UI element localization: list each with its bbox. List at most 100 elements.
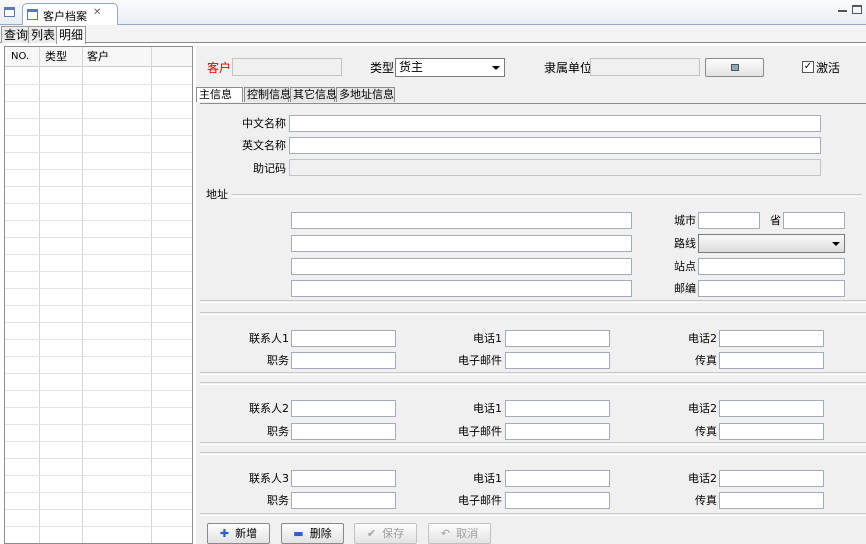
en-name-field[interactable] [289, 137, 821, 154]
tab-control-info[interactable]: 控制信息 [244, 87, 291, 102]
postcode-field[interactable] [698, 280, 845, 297]
table-row[interactable] [5, 509, 192, 510]
phone2-label: 电话2 [688, 332, 717, 345]
undo-icon: ↶ [440, 527, 451, 540]
type-select[interactable]: 货主 [395, 58, 505, 77]
title-field[interactable] [291, 423, 396, 440]
delete-button[interactable]: ▬ 删除 [281, 523, 344, 544]
tab-multi-address-info[interactable]: 多地址信息 [336, 87, 395, 102]
window-icon[interactable] [4, 7, 15, 17]
delete-button-label: 删除 [309, 527, 332, 540]
tab-list[interactable]: 列表 [28, 26, 59, 43]
title-label: 职务 [267, 354, 289, 367]
table-row[interactable] [5, 407, 192, 408]
table-row[interactable] [5, 169, 192, 170]
table-row[interactable] [5, 492, 192, 493]
table-row[interactable] [5, 288, 192, 289]
contact-name-field[interactable] [291, 470, 396, 487]
affiliation-field[interactable] [590, 58, 700, 76]
fax-label: 传真 [695, 354, 717, 367]
affiliation-lookup-button[interactable] [705, 58, 764, 77]
section-divider [200, 442, 866, 445]
phone1-label: 电话1 [473, 402, 502, 415]
route-label: 路线 [674, 237, 696, 250]
editor-tab-customer-profile[interactable]: 客户档案 ✕ [22, 3, 118, 26]
tab-detail[interactable]: 明细 [56, 26, 87, 44]
table-row[interactable] [5, 373, 192, 374]
email-field[interactable] [505, 352, 610, 369]
lookup-icon [731, 64, 739, 71]
customer-field[interactable] [232, 58, 342, 76]
route-select[interactable] [698, 234, 845, 253]
table-row[interactable] [5, 356, 192, 357]
address-line-3[interactable] [291, 258, 632, 275]
fax-field[interactable] [719, 492, 824, 509]
cn-name-field[interactable] [289, 115, 821, 132]
table-row[interactable] [5, 135, 192, 136]
email-field[interactable] [505, 492, 610, 509]
fax-field[interactable] [719, 352, 824, 369]
title-label: 职务 [267, 494, 289, 507]
tab-main-info[interactable]: 主信息 [196, 87, 243, 102]
table-row[interactable] [5, 118, 192, 119]
table-row[interactable] [5, 424, 192, 425]
tab-other-info[interactable]: 其它信息 [290, 87, 337, 102]
active-checkbox[interactable]: ✓ [802, 61, 814, 73]
grid-header: NO. 类型 客户 [5, 47, 192, 67]
minimize-icon[interactable] [838, 10, 847, 12]
mnemonic-field[interactable] [289, 159, 821, 176]
fax-field[interactable] [719, 423, 824, 440]
phone2-field[interactable] [719, 330, 824, 347]
table-row[interactable] [5, 152, 192, 153]
section-divider [200, 312, 866, 315]
address-line-1[interactable] [291, 212, 632, 229]
contact-name-field[interactable] [291, 400, 396, 417]
city-field[interactable] [698, 212, 760, 229]
phone1-field[interactable] [505, 330, 610, 347]
table-row[interactable] [5, 254, 192, 255]
grid-header-customer[interactable]: 客户 [87, 50, 109, 64]
table-row[interactable] [5, 339, 192, 340]
grid-header-no[interactable]: NO. [11, 50, 29, 64]
table-row[interactable] [5, 186, 192, 187]
phone1-field[interactable] [505, 400, 610, 417]
mnemonic-label: 助记码 [253, 162, 286, 175]
email-label: 电子邮件 [458, 425, 502, 438]
table-row[interactable] [5, 220, 192, 221]
close-icon[interactable]: ✕ [93, 7, 101, 18]
phone1-field[interactable] [505, 470, 610, 487]
province-field[interactable] [783, 212, 845, 229]
table-row[interactable] [5, 203, 192, 204]
table-row[interactable] [5, 458, 192, 459]
phone2-field[interactable] [719, 400, 824, 417]
station-field[interactable] [698, 258, 845, 275]
contact-label: 联系人3 [249, 472, 289, 485]
email-field[interactable] [505, 423, 610, 440]
customer-grid[interactable]: NO. 类型 客户 [4, 46, 193, 544]
title-field[interactable] [291, 352, 396, 369]
table-row[interactable] [5, 271, 192, 272]
table-row[interactable] [5, 101, 192, 102]
save-button[interactable]: ✔ 保存 [354, 523, 417, 544]
cancel-button[interactable]: ↶ 取消 [428, 523, 491, 544]
table-row[interactable] [5, 526, 192, 527]
table-row[interactable] [5, 475, 192, 476]
tab-query[interactable]: 查询 [1, 26, 32, 43]
contact-name-field[interactable] [291, 330, 396, 347]
view-tab-bar: 查询 列表 明细 [0, 25, 866, 44]
address-line-4[interactable] [291, 280, 632, 297]
table-row[interactable] [5, 441, 192, 442]
maximize-icon[interactable] [852, 5, 862, 14]
table-row[interactable] [5, 322, 192, 323]
table-row[interactable] [5, 237, 192, 238]
phone2-field[interactable] [719, 470, 824, 487]
add-button[interactable]: ✚ 新增 [207, 523, 270, 544]
address-line-2[interactable] [291, 235, 632, 252]
province-label: 省 [770, 214, 781, 227]
grid-header-type[interactable]: 类型 [45, 50, 67, 64]
table-row[interactable] [5, 84, 192, 85]
document-icon [27, 9, 38, 20]
table-row[interactable] [5, 390, 192, 391]
title-field[interactable] [291, 492, 396, 509]
table-row[interactable] [5, 305, 192, 306]
